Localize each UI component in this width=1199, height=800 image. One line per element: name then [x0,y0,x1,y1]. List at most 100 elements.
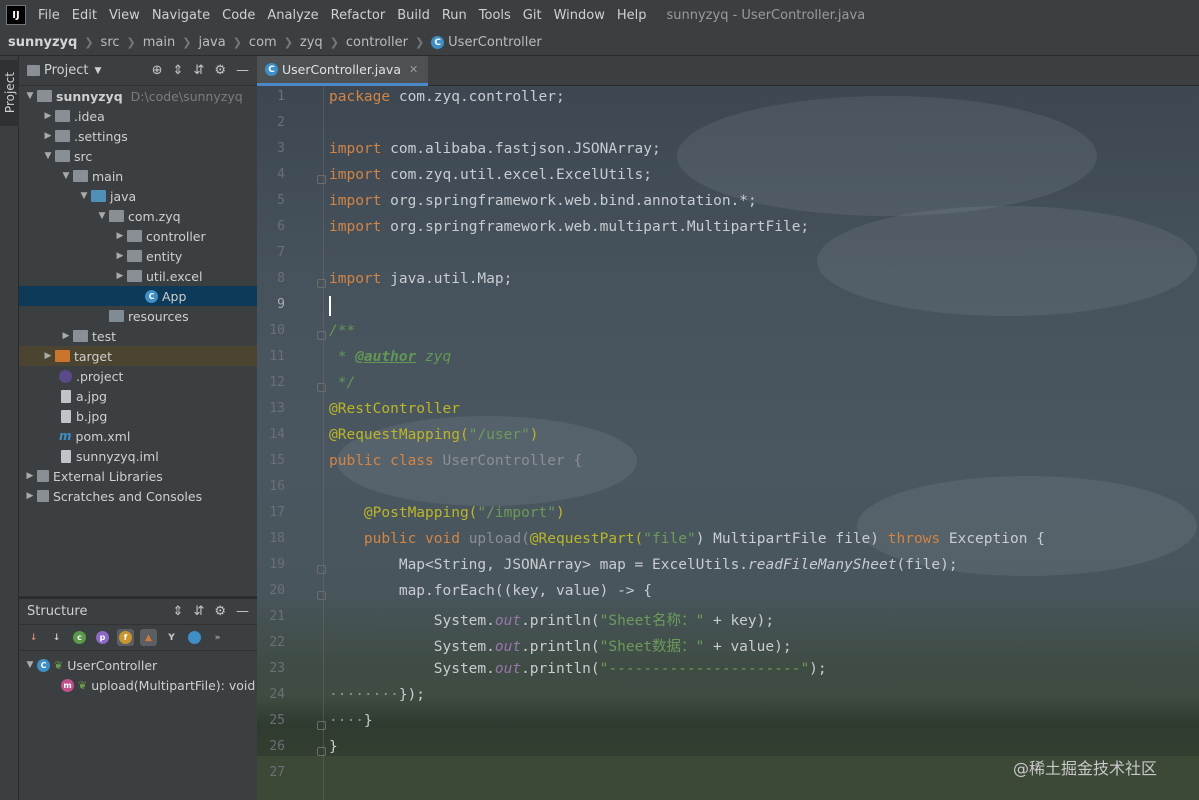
sort-alpha-icon[interactable]: ↓ [48,629,65,646]
tree-item-external-libraries[interactable]: ▶ External Libraries [19,466,257,486]
tree-item-scratches[interactable]: ▶ Scratches and Consoles [19,486,257,506]
expand-all-icon[interactable]: ⇕ [173,604,184,619]
fold-marker-icon[interactable] [317,747,326,756]
breadcrumb-src[interactable]: src [101,35,120,50]
sort-visibility-icon[interactable]: ↓ [25,629,42,646]
filter-icon[interactable]: Y [163,629,180,646]
show-properties-icon[interactable]: p [94,629,111,646]
collapse-all-icon[interactable]: ⇵ [193,63,204,78]
tree-item-main[interactable]: ▼ main [19,166,257,186]
code-line-6[interactable]: import org.springframework.web.multipart… [329,219,809,235]
more-icon[interactable]: » [209,629,226,646]
code-line-13[interactable]: @RestController [329,401,460,417]
code-line-19[interactable]: Map<String, JSONArray> map = ExcelUtils.… [329,557,958,573]
menu-edit[interactable]: Edit [66,8,103,23]
fold-marker-icon[interactable] [317,591,326,600]
tree-item-src[interactable]: ▼ src [19,146,257,166]
collapse-all-icon[interactable]: ⇵ [193,604,204,619]
tree-item-java[interactable]: ▼ java [19,186,257,206]
tree-item-project-file[interactable]: .project [19,366,257,386]
menu-run[interactable]: Run [436,8,473,23]
menu-refactor[interactable]: Refactor [325,8,392,23]
code-line-25[interactable]: ····} [329,713,373,729]
breadcrumb-project[interactable]: sunnyzyq [8,35,77,50]
code-line-22[interactable]: System.out.println("Sheet数据：" + value); [329,635,792,656]
breadcrumb-zyq[interactable]: zyq [300,35,323,50]
code-editor[interactable]: C UserController.java ✕ 1 2 3 4 5 6 7 8 … [257,56,1199,800]
project-view-selector[interactable]: Project ▼ [27,63,101,78]
tree-item-controller[interactable]: ▶ controller [19,226,257,246]
code-line-5[interactable]: import org.springframework.web.bind.anno… [329,193,757,209]
chevron-right-icon[interactable]: ▶ [23,491,37,501]
code-line-4[interactable]: import com.zyq.util.excel.ExcelUtils; [329,167,652,183]
tree-item-app[interactable]: C App [19,286,257,306]
menu-help[interactable]: Help [611,8,653,23]
tree-item-resources[interactable]: resources [19,306,257,326]
code-line-12[interactable]: */ [329,375,355,391]
tree-item-b-jpg[interactable]: b.jpg [19,406,257,426]
code-line-14[interactable]: @RequestMapping("/user") [329,427,539,443]
minimize-icon[interactable]: — [236,63,249,78]
chevron-right-icon[interactable]: ▶ [113,251,127,261]
intellij-logo-icon[interactable]: IJ [6,5,26,25]
chevron-right-icon[interactable]: ▶ [59,331,73,341]
menu-git[interactable]: Git [517,8,548,23]
close-icon[interactable]: ✕ [409,63,418,76]
fold-marker-icon[interactable] [317,383,326,392]
chevron-down-icon[interactable]: ▼ [23,660,37,670]
gear-icon[interactable]: ⚙ [214,604,226,619]
chevron-down-icon[interactable]: ▼ [41,151,55,161]
show-non-public-icon[interactable]: ▲ [140,629,157,646]
chevron-down-icon[interactable]: ▼ [95,211,109,221]
show-inherited-icon[interactable]: c [71,629,88,646]
tree-item-idea[interactable]: ▶ .idea [19,106,257,126]
fold-marker-icon[interactable] [317,331,326,340]
code-line-21[interactable]: System.out.println("Sheet名称：" + key); [329,609,774,630]
menu-analyze[interactable]: Analyze [261,8,324,23]
autoscroll-icon[interactable] [186,629,203,646]
code-line-17[interactable]: @PostMapping("/import") [329,505,565,521]
code-line-26[interactable]: } [329,739,338,755]
menu-code[interactable]: Code [216,8,261,23]
minimize-icon[interactable]: — [236,604,249,619]
code-line-24[interactable]: ········}); [329,687,425,703]
tab-usercontroller[interactable]: C UserController.java ✕ [257,56,429,86]
code-line-15[interactable]: public class UserController { [329,453,582,469]
code-line-20[interactable]: map.forEach((key, value) -> { [329,583,652,599]
code-line-23[interactable]: System.out.println("--------------------… [329,661,827,677]
chevron-right-icon[interactable]: ▶ [41,131,55,141]
code-line-8[interactable]: import java.util.Map; [329,271,512,287]
structure-method-node[interactable]: m ❦ upload(MultipartFile): void [19,675,257,695]
code-line-18[interactable]: public void upload(@RequestPart("file") … [329,531,1045,547]
breadcrumb-usercontroller[interactable]: C UserController [431,35,542,50]
chevron-right-icon[interactable]: ▶ [41,351,55,361]
breadcrumb-controller[interactable]: controller [346,35,408,50]
chevron-down-icon[interactable]: ▼ [77,191,91,201]
tree-item-pom-xml[interactable]: m pom.xml [19,426,257,446]
gear-icon[interactable]: ⚙ [214,63,226,78]
chevron-right-icon[interactable]: ▶ [23,471,37,481]
code-line-1[interactable]: package com.zyq.controller; [329,89,565,105]
tree-item-iml[interactable]: sunnyzyq.iml [19,446,257,466]
breadcrumb-main[interactable]: main [143,35,175,50]
tree-item-com-zyq[interactable]: ▼ com.zyq [19,206,257,226]
tree-item-entity[interactable]: ▶ entity [19,246,257,266]
chevron-down-icon[interactable]: ▼ [59,171,73,181]
menu-file[interactable]: File [32,8,66,23]
chevron-right-icon[interactable]: ▶ [41,111,55,121]
chevron-right-icon[interactable]: ▶ [113,231,127,241]
fold-marker-icon[interactable] [317,279,326,288]
chevron-right-icon[interactable]: ▶ [113,271,127,281]
fold-marker-icon[interactable] [317,175,326,184]
fold-marker-icon[interactable] [317,721,326,730]
tree-item-test[interactable]: ▶ test [19,326,257,346]
chevron-down-icon[interactable]: ▼ [23,91,37,101]
menu-navigate[interactable]: Navigate [146,8,216,23]
locate-target-icon[interactable]: ⊕ [152,63,163,78]
tree-item-a-jpg[interactable]: a.jpg [19,386,257,406]
expand-all-icon[interactable]: ⇕ [173,63,184,78]
menu-build[interactable]: Build [391,8,436,23]
menu-window[interactable]: Window [548,8,611,23]
breadcrumb-com[interactable]: com [249,35,277,50]
code-line-10[interactable]: /** [329,323,355,339]
